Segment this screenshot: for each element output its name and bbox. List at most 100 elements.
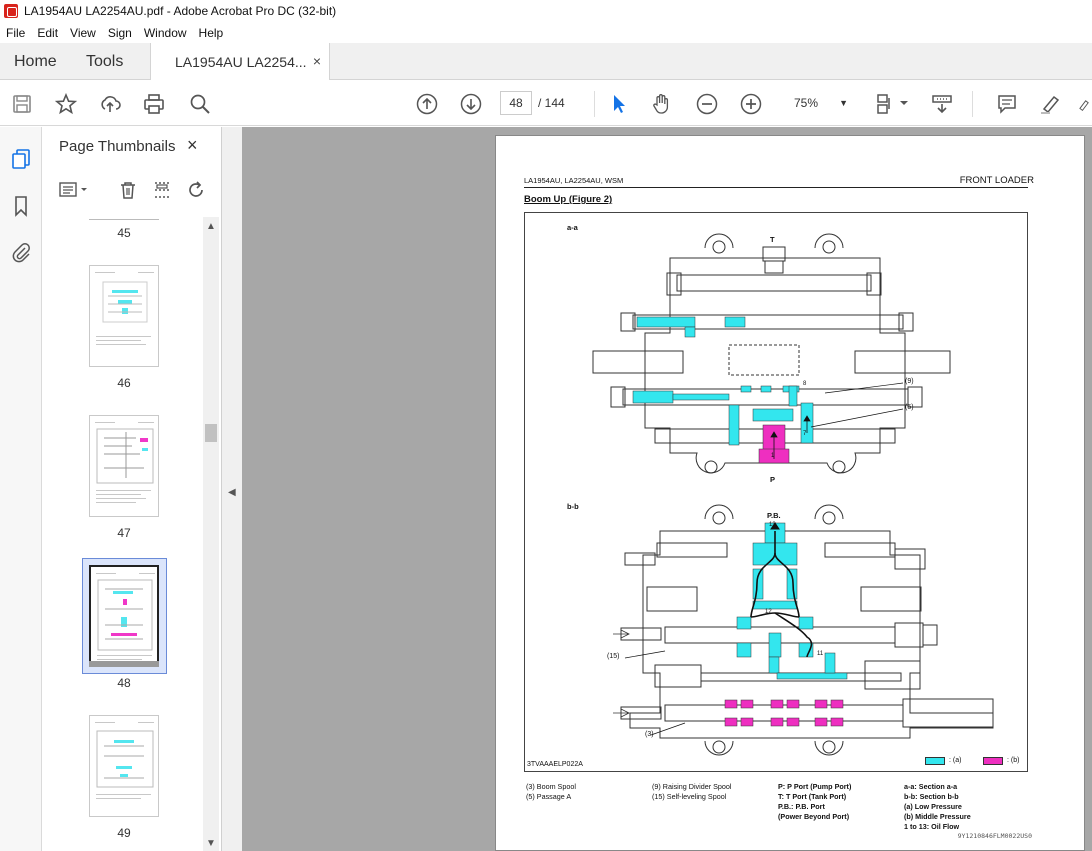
thumbnail-label: 46 — [117, 376, 131, 390]
flow-number-7: 7 — [803, 431, 807, 437]
caption-col-4: a-a: Section a-a b-b: Section b-b (a) Lo… — [904, 782, 971, 831]
tab-bar: Home Tools LA1954AU LA2254... × — [0, 43, 1092, 80]
callout-9: (9) — [905, 378, 914, 385]
flow-number-11: 11 — [817, 651, 824, 657]
port-p-label: P — [770, 475, 776, 484]
page-thumbnails-icon[interactable] — [9, 147, 33, 171]
thumbnail-label: 49 — [117, 826, 131, 840]
window-title: LA1954AU LA2254AU.pdf - Adobe Acrobat Pr… — [24, 4, 337, 18]
next-page-icon[interactable] — [459, 92, 483, 116]
thumbnail-page-48[interactable] — [89, 565, 159, 667]
figure-code: 3TVAAAELP022A — [527, 761, 583, 768]
thumbnail-label: 47 — [117, 526, 131, 540]
caption-col-1: (3) Boom Spool (5) Passage A — [526, 782, 576, 801]
legend-swatch-low — [925, 757, 945, 765]
menu-view[interactable]: View — [70, 26, 96, 40]
scrollbar-thumb[interactable] — [205, 424, 217, 442]
scroll-mode-icon[interactable] — [930, 92, 954, 116]
tab-document-label: LA1954AU LA2254... — [175, 53, 307, 70]
page-header-right: FRONT LOADER — [959, 175, 1034, 186]
bookmark-icon[interactable] — [9, 194, 33, 218]
legend-swatch-middle — [983, 757, 1003, 765]
page-header-left: LA1954AU, LA2254AU, WSM — [524, 176, 624, 185]
panel-splitter[interactable]: ◀ — [222, 127, 242, 851]
thumbnail-scrollbar[interactable]: ▲ ▼ — [203, 217, 219, 851]
document-area[interactable]: LA1954AU, LA2254AU, WSM FRONT LOADER Boo… — [242, 127, 1092, 851]
thumbnail-diagram — [96, 730, 154, 788]
close-icon[interactable]: × — [187, 135, 198, 156]
chevron-down-icon: ▼ — [839, 98, 848, 108]
prev-page-icon[interactable] — [415, 92, 439, 116]
menu-sign[interactable]: Sign — [108, 26, 132, 40]
scroll-down-icon[interactable]: ▼ — [206, 838, 216, 849]
title-bar: LA1954AU LA2254AU.pdf - Adobe Acrobat Pr… — [0, 0, 1092, 22]
tab-close-icon[interactable]: × — [313, 53, 321, 69]
legend-low-label: : (a) — [949, 757, 962, 764]
caption-col-2: (9) Raising Divider Spool (15) Self-leve… — [652, 782, 732, 801]
hand-icon[interactable] — [650, 92, 674, 116]
tab-home[interactable]: Home — [14, 53, 57, 71]
callout-15: (15) — [607, 653, 620, 660]
page-number-input[interactable]: 48 — [500, 91, 532, 115]
flow-number-8: 8 — [803, 381, 807, 387]
section-title: Boom Up (Figure 2) — [524, 194, 613, 205]
thumbnail-label: 48 — [117, 676, 131, 690]
thumbnail-list: 45 46 47 48 49 — [43, 217, 205, 851]
flow-number-13: 13 — [769, 522, 776, 528]
thumbnail-page-45[interactable] — [89, 217, 159, 220]
thumbnail-page-47[interactable] — [89, 415, 159, 517]
menu-window[interactable]: Window — [144, 26, 187, 40]
zoom-value: 75% — [794, 96, 819, 110]
upload-icon[interactable] — [98, 92, 122, 116]
collapse-panel-icon[interactable]: ◀ — [228, 487, 236, 498]
footer-code: 9Y1210846FLM0022US0 — [957, 832, 1032, 840]
pdf-page: LA1954AU, LA2254AU, WSM FRONT LOADER Boo… — [495, 135, 1085, 851]
menu-edit[interactable]: Edit — [37, 26, 58, 40]
star-icon[interactable] — [54, 92, 78, 116]
toolbar-divider — [972, 91, 973, 117]
zoom-select[interactable]: 75% ▼ — [790, 91, 852, 115]
delete-icon[interactable] — [117, 179, 139, 201]
callout-5: (5) — [905, 404, 914, 411]
toolbar: 48 / 144 75% ▼ — [0, 81, 1092, 126]
thumbnail-tools — [57, 179, 213, 201]
caption-col-3: P: P Port (Pump Port) T: T Port (Tank Po… — [778, 782, 852, 821]
acrobat-icon — [4, 4, 18, 18]
menu-file[interactable]: File — [6, 26, 25, 40]
thumbnail-diagram — [97, 579, 153, 651]
page-display-icon[interactable] — [875, 92, 911, 116]
print-icon[interactable] — [142, 92, 166, 116]
thumbnail-label: 45 — [117, 226, 131, 240]
attachment-icon[interactable] — [9, 240, 33, 264]
thumbnail-page-49[interactable] — [89, 715, 159, 817]
callout-3: (3) — [645, 731, 654, 738]
left-rail — [0, 127, 42, 851]
extract-pages-icon[interactable] — [151, 179, 173, 201]
thumbnails-panel: Page Thumbnails × 45 46 47 48 49 ▲ ▼ — [43, 127, 222, 851]
hydraulic-figure: a-a b-b T P P.B. (9) (5) (15) (3) 8 7 1 … — [524, 212, 1028, 772]
panel-title: Page Thumbnails — [59, 138, 176, 155]
flow-number-1: 1 — [771, 453, 775, 459]
menu-bar: File Edit View Sign Window Help — [0, 22, 1092, 43]
zoom-in-icon[interactable] — [739, 92, 763, 116]
zoom-search-icon[interactable] — [188, 92, 212, 116]
comment-icon[interactable] — [995, 92, 1019, 116]
save-icon[interactable] — [10, 92, 34, 116]
draw-icon[interactable] — [1078, 92, 1092, 116]
options-menu-icon[interactable] — [57, 179, 91, 201]
tab-tools[interactable]: Tools — [86, 53, 123, 71]
thumbnail-page-46[interactable] — [89, 265, 159, 367]
highlight-icon[interactable] — [1038, 92, 1062, 116]
zoom-out-icon[interactable] — [695, 92, 719, 116]
valve-section-drawing — [592, 233, 994, 756]
rotate-icon[interactable] — [185, 179, 207, 201]
port-t-label: T — [770, 235, 775, 244]
select-arrow-icon[interactable] — [607, 92, 631, 116]
thumbnail-diagram — [102, 281, 148, 323]
thumbnail-diagram — [96, 428, 154, 484]
menu-help[interactable]: Help — [199, 26, 224, 40]
toolbar-divider — [594, 91, 595, 117]
flow-number-12: 12 — [765, 609, 772, 615]
scroll-up-icon[interactable]: ▲ — [206, 221, 216, 232]
tab-document[interactable]: LA1954AU LA2254... × — [150, 43, 330, 80]
